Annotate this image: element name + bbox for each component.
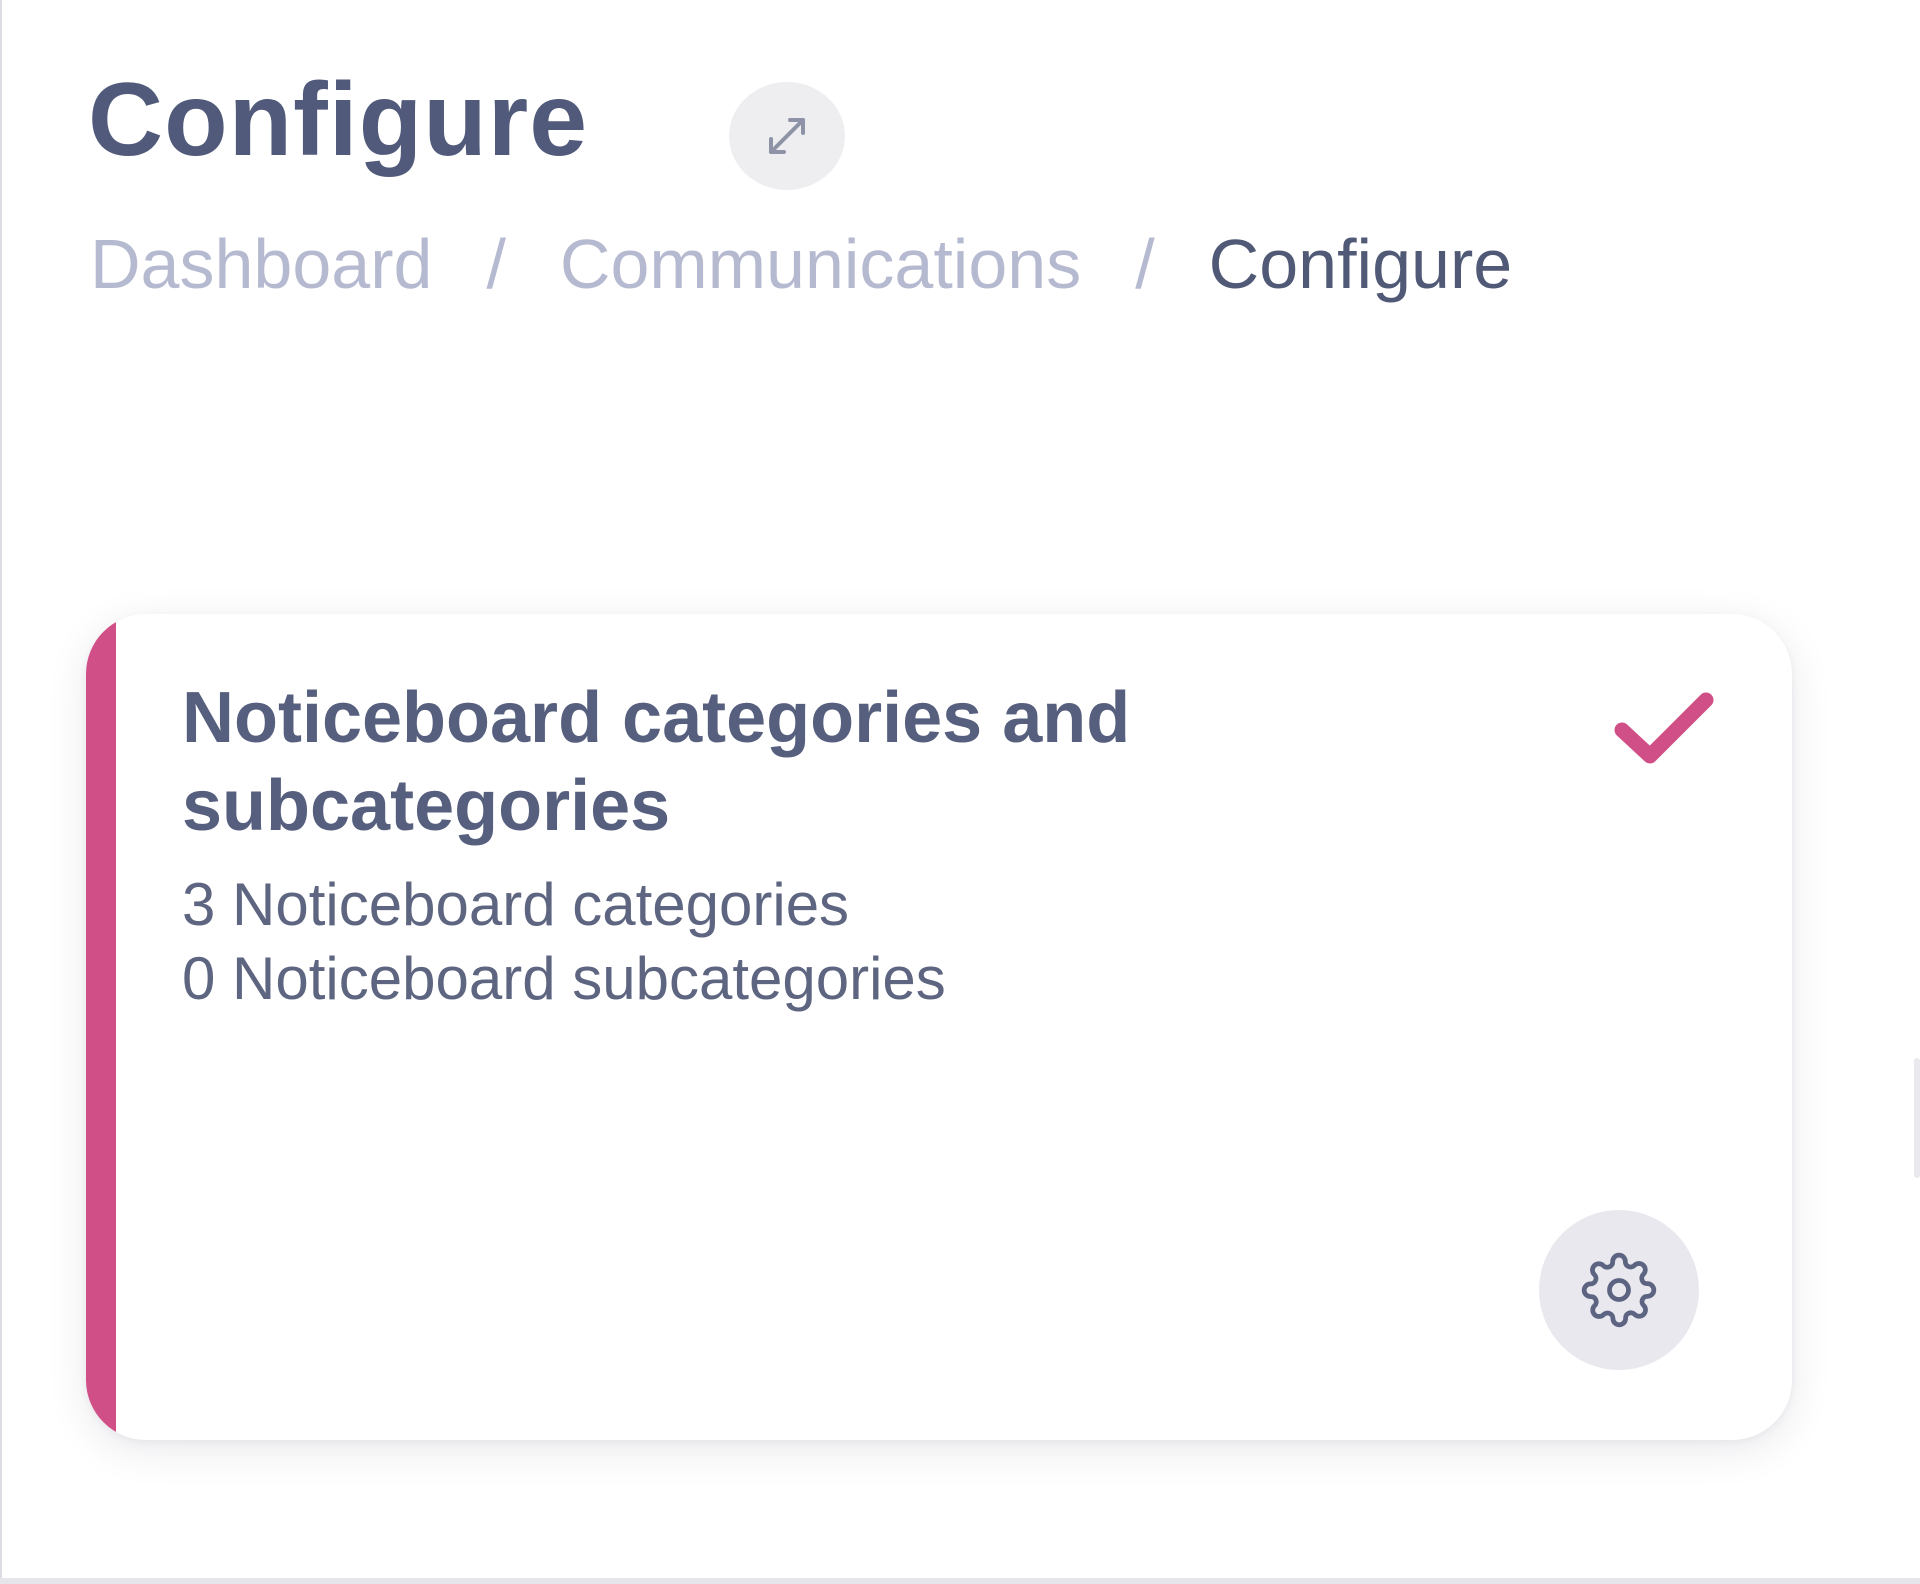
card-title: Noticeboard categories and subcategories bbox=[182, 678, 1131, 846]
card-accent-bar bbox=[86, 614, 116, 1440]
breadcrumb: Dashboard / Communications / Configure bbox=[90, 222, 1512, 306]
page-title: Configure bbox=[88, 62, 589, 178]
breadcrumb-communications[interactable]: Communications bbox=[560, 222, 1081, 306]
gear-icon bbox=[1581, 1252, 1657, 1328]
breadcrumb-separator: / bbox=[1135, 225, 1155, 303]
breadcrumb-current: Configure bbox=[1208, 225, 1513, 303]
window-left-border bbox=[0, 0, 2, 1584]
card-stats: 3 Noticeboard categories 0 Noticeboard s… bbox=[182, 868, 946, 1016]
window-bottom-border bbox=[0, 1578, 1920, 1584]
expand-button[interactable] bbox=[729, 82, 845, 190]
breadcrumb-dashboard[interactable]: Dashboard bbox=[90, 222, 432, 306]
settings-button[interactable] bbox=[1539, 1210, 1699, 1370]
breadcrumb-separator: / bbox=[486, 225, 506, 303]
noticeboard-categories-card: Noticeboard categories and subcategories… bbox=[86, 614, 1792, 1440]
subcategories-count: 0 Noticeboard subcategories bbox=[182, 945, 946, 1012]
check-icon bbox=[1614, 692, 1714, 764]
categories-count: 3 Noticeboard categories bbox=[182, 871, 850, 938]
expand-arrows-icon bbox=[769, 118, 805, 154]
adjacent-card-edge bbox=[1914, 1058, 1920, 1178]
